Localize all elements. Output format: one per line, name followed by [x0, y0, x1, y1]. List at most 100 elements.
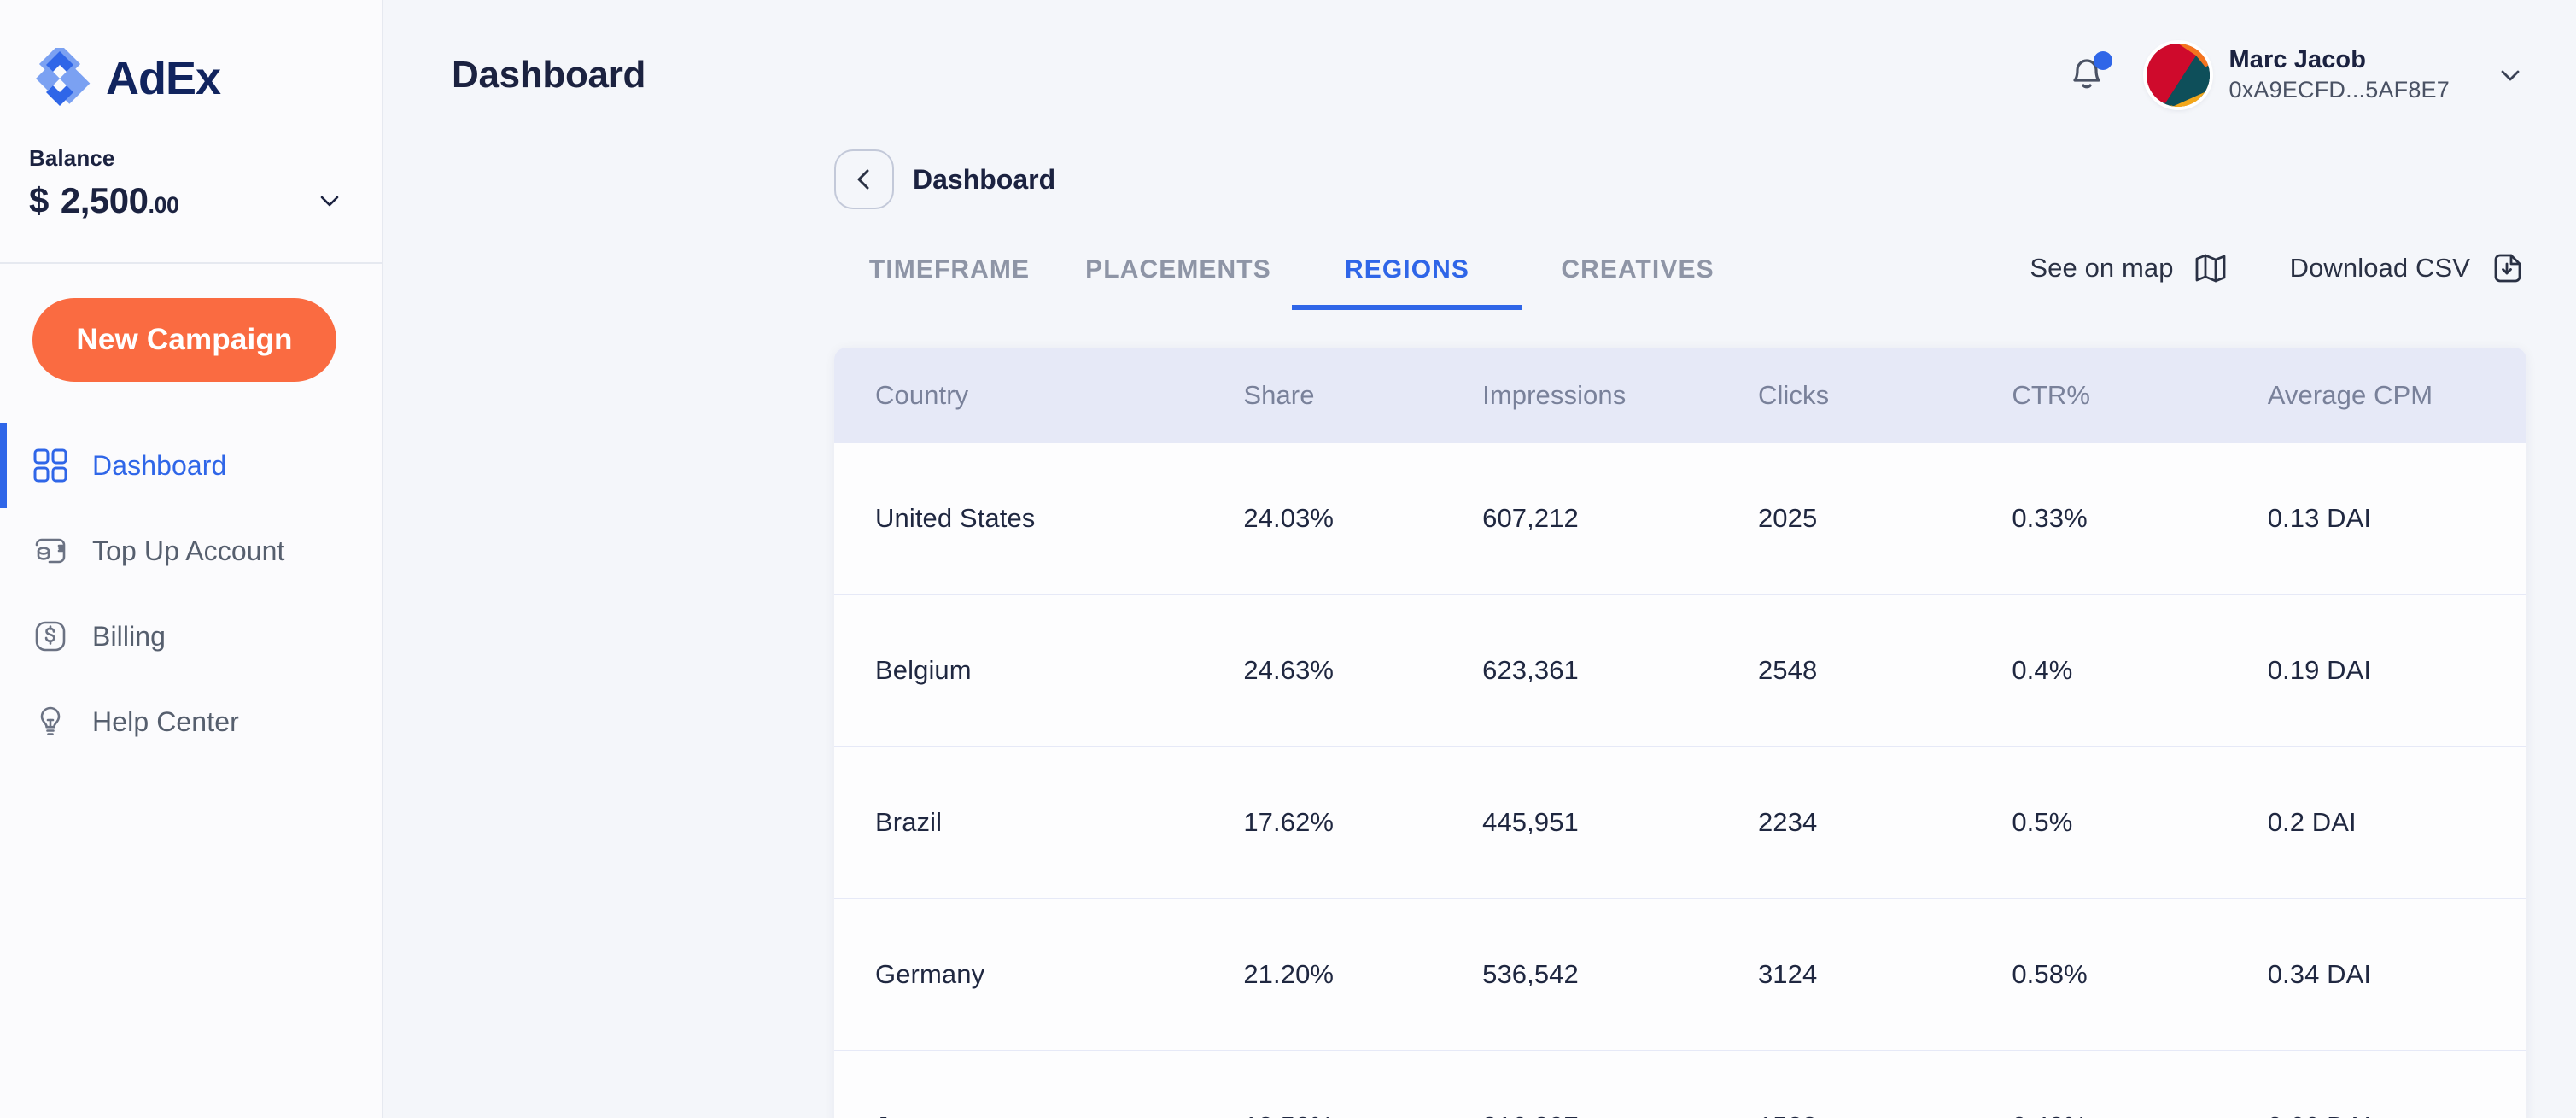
cell-impressions: 623,361 — [1482, 655, 1579, 685]
cell-country: Japan — [834, 1051, 1243, 1118]
tab-creatives[interactable]: CREATIVES — [1522, 255, 1753, 310]
breadcrumb: Dashboard — [834, 149, 2576, 209]
balance-block: Balance $ 2,500 .00 — [0, 109, 382, 221]
balance-chevron-down-icon[interactable] — [315, 186, 344, 215]
table-row[interactable]: Japan 12.52% 316,897 1523 0.48% 0.66 DAI… — [834, 1051, 2526, 1118]
regions-table: Country Share Impressions Clicks CTR% Av… — [834, 348, 2526, 1118]
user-chevron-down-icon[interactable] — [2494, 59, 2526, 91]
back-button[interactable] — [834, 149, 894, 209]
user-name: Marc Jacob — [2228, 46, 2367, 73]
column-header-ctr[interactable]: CTR% — [2012, 348, 2267, 443]
brand-logo[interactable]: AdEx — [0, 0, 382, 109]
sidebar-item-top-up-account[interactable]: Top Up Account — [0, 508, 382, 594]
sidebar-item-label: Dashboard — [92, 449, 227, 481]
cell-ctr: 0.48% — [2012, 1051, 2267, 1118]
new-campaign-button[interactable]: New Campaign — [32, 298, 336, 382]
column-header-impressions[interactable]: Impressions — [1482, 348, 1758, 443]
balance-value: 2,500 — [60, 180, 149, 220]
user-address: 0xA9ECFD...5AF8E7 — [2228, 77, 2450, 102]
table-body: United States 24.03% 607,212 2025 0.33% … — [834, 443, 2526, 1118]
notification-dot — [2094, 50, 2113, 70]
tab-timeframe[interactable]: TIMEFRAME — [834, 255, 1065, 310]
cell-average-cpm: 0.13 DAI — [2267, 503, 2372, 533]
cell-share: 12.52% — [1243, 1051, 1482, 1118]
balance-amount: $ 2,500 .00 — [29, 180, 179, 221]
app-root: AdEx Balance $ 2,500 .00 New Campaign Da… — [0, 0, 2576, 1118]
table-row[interactable]: Brazil 17.62% 445,951 2234 0.5% 0.2 DAI … — [834, 746, 2526, 898]
regions-table-card: Country Share Impressions Clicks CTR% Av… — [834, 348, 2526, 1118]
cell-clicks: 2234 — [1757, 807, 1818, 837]
download-csv-button[interactable]: Download CSV — [2290, 249, 2526, 288]
see-on-map-label: See on map — [2030, 253, 2174, 283]
bell-icon[interactable] — [2065, 50, 2113, 97]
column-header-share[interactable]: Share — [1243, 348, 1482, 443]
tab-actions: See on map Download CSV — [2030, 249, 2526, 310]
cell-clicks: 2025 — [1757, 503, 1818, 533]
sidebar: AdEx Balance $ 2,500 .00 New Campaign Da… — [0, 0, 383, 1118]
cell-ctr: 0.4% — [2012, 655, 2073, 685]
balance-label: Balance — [29, 145, 115, 171]
cell-share: 24.63% — [1243, 655, 1335, 685]
wallet-icon — [31, 531, 70, 571]
cell-share: 17.62% — [1243, 807, 1335, 837]
cell-country: Belgium — [875, 655, 972, 685]
cell-ctr: 0.33% — [2012, 503, 2088, 533]
tabs-row: TIMEFRAME PLACEMENTS REGIONS CREATIVES S… — [383, 209, 2576, 310]
cell-average-cpm: 0.19 DAI — [2267, 655, 2372, 685]
cell-impressions: 316,897 — [1482, 1051, 1758, 1118]
cell-average-cpm: 0.66 DAI — [2268, 1051, 2526, 1118]
table-row[interactable]: United States 24.03% 607,212 2025 0.33% … — [834, 443, 2526, 594]
top-bar: Dashboard Marc Jacob 0xA9ECFD...5AF8E7 — [383, 0, 2576, 149]
cell-impressions: 445,951 — [1482, 807, 1579, 837]
cell-share: 21.20% — [1243, 959, 1335, 989]
breadcrumb-zone: Dashboard — [383, 149, 2576, 209]
table-row[interactable]: Germany 21.20% 536,542 3124 0.58% 0.34 D… — [834, 898, 2526, 1051]
sidebar-nav: Dashboard Top Up Account Billing Help Ce… — [0, 423, 382, 764]
balance-currency: $ — [29, 180, 49, 220]
see-on-map-button[interactable]: See on map — [2030, 249, 2229, 288]
active-indicator — [0, 423, 7, 508]
cell-clicks: 3124 — [1757, 959, 1818, 989]
cell-ctr: 0.58% — [2012, 959, 2088, 989]
column-header-clicks[interactable]: Clicks — [1758, 348, 2012, 443]
breadcrumb-label: Dashboard — [913, 163, 1056, 195]
sidebar-item-dashboard[interactable]: Dashboard — [0, 423, 382, 508]
file-download-icon — [2487, 249, 2526, 288]
new-campaign-wrap: New Campaign — [0, 264, 382, 382]
lightbulb-icon — [31, 702, 70, 741]
cell-clicks: 1523 — [1758, 1051, 2012, 1118]
sidebar-item-label: Billing — [92, 620, 166, 652]
avatar — [2147, 43, 2211, 107]
cell-average-cpm: 0.2 DAI — [2267, 807, 2357, 837]
main-content: Dashboard Marc Jacob 0xA9ECFD...5AF8E7 D… — [383, 0, 2576, 1118]
brand-name: AdEx — [106, 53, 221, 104]
table-header-row: Country Share Impressions Clicks CTR% Av… — [834, 348, 2526, 443]
cell-average-cpm: 0.34 DAI — [2267, 959, 2372, 989]
cell-share: 24.03% — [1243, 503, 1335, 533]
table-row[interactable]: Belgium 24.63% 623,361 2548 0.4% 0.19 DA… — [834, 594, 2526, 746]
balance-row[interactable]: $ 2,500 .00 — [29, 180, 353, 221]
grid-icon — [31, 446, 70, 485]
user-menu[interactable]: Marc Jacob 0xA9ECFD...5AF8E7 — [2147, 43, 2526, 107]
map-icon — [2191, 249, 2230, 288]
cell-country: Germany — [875, 959, 985, 989]
table-wrap: Country Share Impressions Clicks CTR% Av… — [383, 310, 2576, 1118]
tabs: TIMEFRAME PLACEMENTS REGIONS CREATIVES — [834, 255, 1753, 310]
column-header-average-cpm[interactable]: Average CPM — [2268, 348, 2526, 443]
column-header-country[interactable]: Country — [834, 348, 1243, 443]
cell-country: Brazil — [875, 807, 943, 837]
page-title: Dashboard — [452, 53, 646, 96]
cell-ctr: 0.5% — [2012, 807, 2073, 837]
balance-cents: .00 — [148, 192, 179, 218]
adex-diamond-logo-icon — [29, 43, 91, 109]
sidebar-item-label: Top Up Account — [92, 535, 285, 566]
user-meta: Marc Jacob 0xA9ECFD...5AF8E7 — [2228, 46, 2450, 103]
cell-clicks: 2548 — [1757, 655, 1818, 685]
tab-regions[interactable]: REGIONS — [1292, 255, 1522, 310]
sidebar-item-billing[interactable]: Billing — [0, 594, 382, 679]
tab-placements[interactable]: PLACEMENTS — [1065, 255, 1292, 310]
sidebar-item-label: Help Center — [92, 705, 239, 737]
sidebar-item-help-center[interactable]: Help Center — [0, 679, 382, 764]
cell-impressions: 607,212 — [1482, 503, 1579, 533]
cell-impressions: 536,542 — [1482, 959, 1579, 989]
